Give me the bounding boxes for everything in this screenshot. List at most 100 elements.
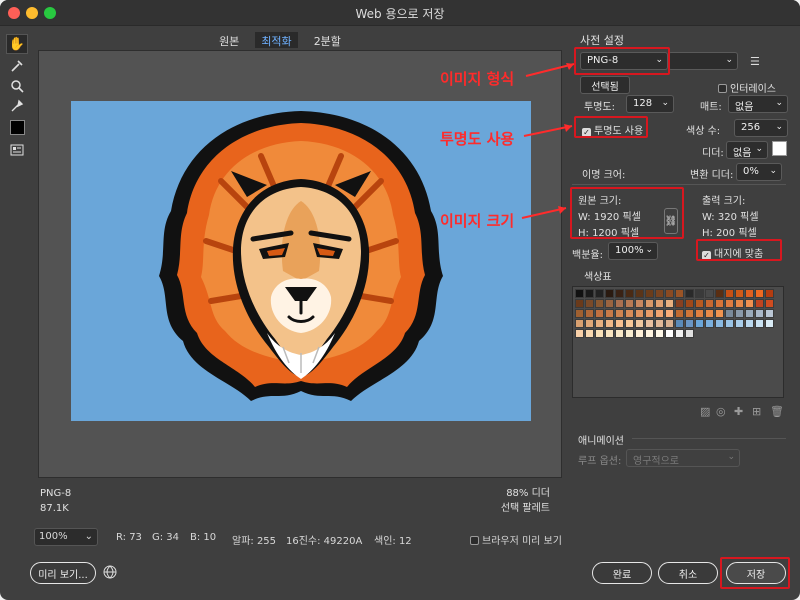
color-table-swatch[interactable] xyxy=(765,299,774,308)
cancel-button[interactable]: 취소 xyxy=(658,562,718,584)
slice-select-icon[interactable] xyxy=(6,56,28,76)
color-table-swatch[interactable] xyxy=(715,319,724,328)
color-table-swatch[interactable] xyxy=(745,299,754,308)
panel-menu-icon[interactable]: ☰ xyxy=(750,55,760,68)
color-table-swatch[interactable] xyxy=(715,299,724,308)
color-table-swatch[interactable] xyxy=(575,309,584,318)
interlace-checkbox[interactable]: 인터레이스 xyxy=(718,80,776,95)
trash-icon[interactable]: 🗑 xyxy=(770,405,784,418)
color-table-swatch[interactable] xyxy=(625,309,634,318)
color-table-swatch[interactable] xyxy=(605,329,614,338)
color-table-swatch[interactable] xyxy=(735,289,744,298)
globe-icon[interactable] xyxy=(103,565,119,581)
color-table-swatch[interactable] xyxy=(625,299,634,308)
color-table-swatch[interactable] xyxy=(625,289,634,298)
color-table-swatch[interactable] xyxy=(725,289,734,298)
color-table-swatch[interactable] xyxy=(715,289,724,298)
color-table-swatch[interactable] xyxy=(655,289,664,298)
color-table-swatch[interactable] xyxy=(695,299,704,308)
color-table-swatch[interactable] xyxy=(585,289,594,298)
save-button[interactable]: 저장 xyxy=(726,562,786,584)
color-table-swatch[interactable] xyxy=(585,319,594,328)
transparency-select[interactable]: 128 ⌄ xyxy=(626,95,674,113)
color-table-swatch[interactable] xyxy=(595,309,604,318)
color-table-swatch[interactable] xyxy=(665,289,674,298)
color-table-swatch[interactable] xyxy=(675,309,684,318)
format-select[interactable]: PNG-8 ⌄ xyxy=(580,52,668,70)
browser-preview-checkbox[interactable]: 브라우저 미리 보기 xyxy=(470,532,562,547)
tab-2-up[interactable]: 2분할 xyxy=(308,32,347,48)
color-table-swatch[interactable] xyxy=(705,309,714,318)
zoom-select[interactable]: 100% ⌄ xyxy=(34,528,98,546)
color-table-swatch[interactable] xyxy=(575,299,584,308)
color-table-swatch[interactable] xyxy=(675,299,684,308)
new-color-icon[interactable]: ⊞ xyxy=(752,405,761,418)
color-table-swatch[interactable] xyxy=(755,289,764,298)
color-table-swatch[interactable] xyxy=(625,319,634,328)
use-transparency-checkbox[interactable]: 투명도 사용 xyxy=(582,122,643,137)
color-table-swatch[interactable] xyxy=(745,309,754,318)
color-table-swatch[interactable] xyxy=(675,329,684,338)
color-table-swatch[interactable] xyxy=(635,309,644,318)
color-table-swatch[interactable] xyxy=(605,289,614,298)
color-table-swatch[interactable] xyxy=(685,299,694,308)
color-table-swatch[interactable] xyxy=(595,329,604,338)
color-table-swatch[interactable] xyxy=(765,309,774,318)
color-table-swatch[interactable] xyxy=(635,299,644,308)
toggle-slices-icon[interactable] xyxy=(6,140,28,160)
done-button[interactable]: 완료 xyxy=(592,562,652,584)
color-table-swatch[interactable] xyxy=(695,309,704,318)
color-table-swatch[interactable] xyxy=(685,319,694,328)
color-table-swatch[interactable] xyxy=(645,299,654,308)
color-table-swatch[interactable] xyxy=(675,319,684,328)
color-table-swatch[interactable] xyxy=(645,309,654,318)
color-table-swatch[interactable] xyxy=(655,309,664,318)
percent-select[interactable]: 100% ⌄ xyxy=(608,242,658,260)
color-table-swatch[interactable] xyxy=(665,309,674,318)
fit-artboard-checkbox[interactable]: 대지에 맞춤 xyxy=(702,245,763,260)
preview-canvas[interactable] xyxy=(38,50,562,478)
color-table-swatch[interactable] xyxy=(615,289,624,298)
reduction-select[interactable]: 선택됨 xyxy=(580,76,630,94)
color-table-swatch[interactable] xyxy=(745,289,754,298)
color-table-swatch[interactable] xyxy=(585,299,594,308)
color-table-swatch[interactable] xyxy=(765,319,774,328)
link-constrain-icon[interactable]: ⛓ xyxy=(664,208,678,234)
tab-original[interactable]: 원본 xyxy=(213,32,245,48)
color-table-swatch[interactable] xyxy=(705,289,714,298)
color-table-swatch[interactable] xyxy=(725,309,734,318)
color-table-swatch[interactable] xyxy=(685,329,694,338)
color-table-swatch[interactable] xyxy=(655,319,664,328)
color-table-swatch[interactable] xyxy=(705,319,714,328)
color-table-swatch[interactable] xyxy=(595,299,604,308)
color-table-swatch[interactable] xyxy=(675,289,684,298)
color-table-swatch[interactable] xyxy=(745,319,754,328)
color-table-swatch[interactable] xyxy=(765,289,774,298)
color-table-swatch[interactable] xyxy=(625,329,634,338)
dither-select[interactable]: 없음 ⌄ xyxy=(726,141,768,159)
color-table-swatch[interactable] xyxy=(735,299,744,308)
color-table[interactable] xyxy=(572,286,784,398)
color-table-swatch[interactable] xyxy=(685,309,694,318)
preview-button[interactable]: 미리 보기... xyxy=(30,562,96,584)
zoom-icon[interactable] xyxy=(6,76,28,96)
eyedropper-icon[interactable] xyxy=(6,96,28,116)
color-table-swatch[interactable] xyxy=(735,319,744,328)
color-table-swatch[interactable] xyxy=(595,289,604,298)
matte-color-swatch[interactable] xyxy=(772,141,787,156)
color-table-swatch[interactable] xyxy=(755,309,764,318)
color-table-swatch[interactable] xyxy=(615,319,624,328)
color-table-swatch[interactable] xyxy=(655,299,664,308)
colors-select[interactable]: 256 ⌄ xyxy=(734,119,788,137)
color-table-swatch[interactable] xyxy=(685,289,694,298)
color-table-swatch[interactable] xyxy=(705,299,714,308)
map-color-icon[interactable]: ▨ xyxy=(700,405,710,418)
color-table-swatch[interactable] xyxy=(715,309,724,318)
loop-options-select[interactable]: 영구적으로 ⌄ xyxy=(626,449,740,467)
color-table-swatch[interactable] xyxy=(635,289,644,298)
color-table-swatch[interactable] xyxy=(635,329,644,338)
color-table-swatch[interactable] xyxy=(665,319,674,328)
color-table-swatch[interactable] xyxy=(605,299,614,308)
matte-select[interactable]: 없음 ⌄ xyxy=(728,95,788,113)
color-table-swatch[interactable] xyxy=(695,289,704,298)
